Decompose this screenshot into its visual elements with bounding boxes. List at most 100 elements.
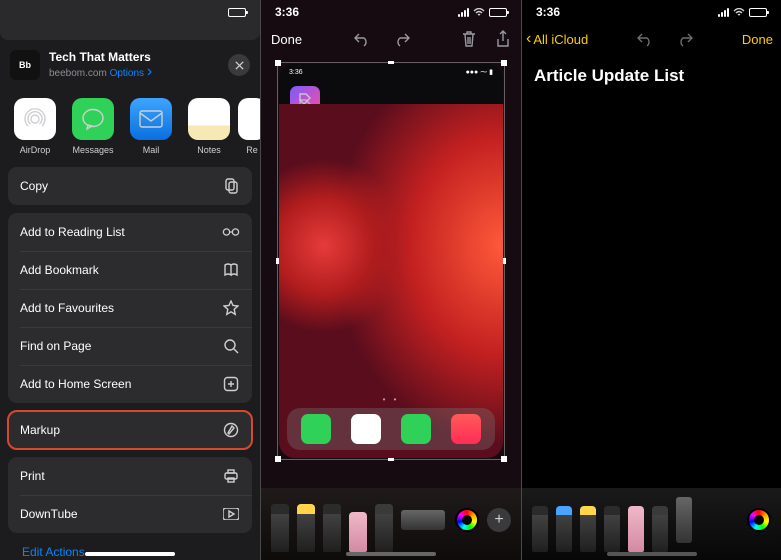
tool-marker[interactable] (297, 504, 315, 552)
done-button[interactable]: Done (742, 32, 773, 47)
cell-signal-icon (458, 8, 469, 17)
glasses-icon (222, 223, 240, 241)
app-share-row[interactable]: AirDrop Messages Mail Notes Re (0, 90, 260, 167)
inner-status-bar: 3:36 ●●● ⁓ ▮ (279, 64, 503, 78)
crop-handle[interactable] (275, 60, 281, 66)
app-messages[interactable]: Messages (64, 98, 122, 155)
action-reading-list[interactable]: Add to Reading List (8, 213, 252, 251)
markup-canvas[interactable]: 3:36 ●●● ⁓ ▮ Shortcuts • • (277, 62, 505, 460)
redo-icon[interactable] (676, 30, 694, 48)
share-domain: beebom.com (49, 68, 107, 79)
status-indicators (718, 8, 767, 17)
tool-eraser[interactable] (628, 506, 644, 552)
trash-icon[interactable] (461, 30, 477, 48)
app-label: Mail (143, 145, 160, 155)
action-bookmark[interactable]: Add Bookmark (8, 251, 252, 289)
action-label: Print (20, 469, 45, 483)
inner-status-icons: ●●● ⁓ ▮ (466, 68, 493, 76)
tool-lasso[interactable] (652, 506, 668, 552)
app-label: Notes (197, 145, 221, 155)
tool-pencil[interactable] (323, 504, 341, 552)
done-button[interactable]: Done (271, 32, 302, 47)
share-header: Bb Tech That Matters beebom.com Options … (0, 42, 260, 90)
tool-pen[interactable] (271, 504, 289, 552)
tool-lasso[interactable] (375, 504, 393, 552)
action-find[interactable]: Find on Page (8, 327, 252, 365)
tool-pen-blue[interactable] (556, 506, 572, 552)
action-print[interactable]: Print (8, 457, 252, 495)
chevron-right-icon: › (147, 63, 152, 80)
action-label: Add Bookmark (20, 263, 99, 277)
markup-icon (222, 421, 240, 439)
share-icon[interactable] (495, 30, 511, 48)
action-markup[interactable]: Markup (8, 411, 252, 449)
app-airdrop[interactable]: AirDrop (6, 98, 64, 155)
mail-icon (130, 98, 172, 140)
tool-pen-black[interactable] (532, 506, 548, 552)
toolbar-right (461, 30, 511, 48)
dock-safari-icon (351, 414, 381, 444)
undo-icon[interactable] (636, 30, 654, 48)
tool-eraser[interactable] (349, 512, 367, 552)
notes-editor-screen: 3:36 ‹ All iCloud Done Article Update Li… (522, 0, 781, 560)
app-notes[interactable]: Notes (180, 98, 238, 155)
dock-phone-icon (301, 414, 331, 444)
share-titles: Tech That Matters beebom.com Options › (49, 50, 219, 80)
home-indicator[interactable] (346, 552, 436, 556)
close-button[interactable] (228, 54, 250, 76)
screenshot-content: 3:36 ●●● ⁓ ▮ Shortcuts • • (279, 64, 503, 458)
battery-icon (489, 8, 507, 17)
action-copy[interactable]: Copy (8, 167, 252, 205)
action-favourites[interactable]: Add to Favourites (8, 289, 252, 327)
cell-signal-icon (718, 8, 729, 17)
site-icon: Bb (10, 50, 40, 80)
action-label: Markup (20, 423, 60, 437)
safari-backdrop (0, 0, 260, 40)
tool-pencil[interactable] (604, 506, 620, 552)
battery-icon (228, 8, 246, 17)
action-homescreen[interactable]: Add to Home Screen (8, 365, 252, 403)
status-indicators (458, 8, 507, 17)
home-indicator[interactable] (85, 552, 175, 556)
crop-handle[interactable] (501, 60, 507, 66)
color-picker[interactable] (747, 508, 771, 532)
printer-icon (222, 467, 240, 485)
toolbar-center (353, 30, 411, 48)
note-title[interactable]: Article Update List (522, 52, 781, 86)
add-button[interactable]: + (487, 508, 511, 532)
dock-messages-icon (401, 414, 431, 444)
action-label: DownTube (20, 507, 78, 521)
home-indicator[interactable] (607, 552, 697, 556)
book-icon (222, 261, 240, 279)
reminders-icon (238, 98, 260, 140)
tool-marker-yellow[interactable] (580, 506, 596, 552)
app-label: Re (246, 145, 258, 155)
app-label: AirDrop (20, 145, 51, 155)
undo-icon[interactable] (353, 30, 371, 48)
action-downtube[interactable]: DownTube (8, 495, 252, 533)
color-picker[interactable] (455, 508, 479, 532)
app-reminders[interactable]: Re (238, 98, 260, 155)
app-label: Messages (72, 145, 113, 155)
tool-ruler[interactable] (676, 497, 692, 543)
airdrop-icon (14, 98, 56, 140)
share-subtitle[interactable]: beebom.com Options › (49, 64, 219, 80)
star-icon (222, 299, 240, 317)
app-mail[interactable]: Mail (122, 98, 180, 155)
share-sheet-screen: 3:35 Bb Tech That Matters beebom.com Opt… (0, 0, 260, 560)
share-options-link[interactable]: Options (110, 68, 144, 79)
status-bar: 3:36 (522, 0, 781, 24)
tool-ruler[interactable] (401, 510, 445, 530)
close-icon (234, 60, 245, 71)
youtube-icon (222, 505, 240, 523)
back-button[interactable]: ‹ All iCloud (526, 31, 588, 47)
action-label: Find on Page (20, 339, 91, 353)
actions-group-1: Add to Reading List Add Bookmark Add to … (8, 213, 252, 403)
actions-list: Copy Add to Reading List Add Bookmark Ad… (0, 167, 260, 560)
back-label: All iCloud (533, 32, 588, 47)
markup-editor-screen: 3:36 Done 3:36 ●●● ⁓ ▮ (261, 0, 521, 560)
notes-tool-strip (522, 488, 781, 560)
copy-icon (222, 177, 240, 195)
redo-icon[interactable] (393, 30, 411, 48)
status-time: 3:36 (536, 5, 560, 19)
